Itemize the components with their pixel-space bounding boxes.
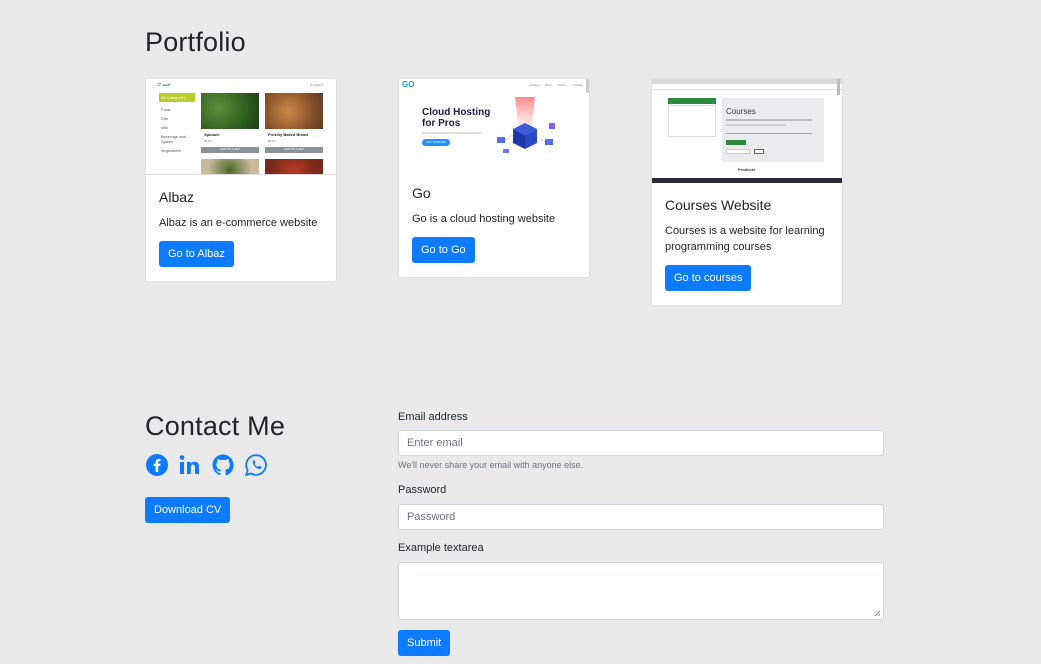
go-to-albaz-button[interactable]: Go to Albaz: [159, 241, 234, 267]
social-links: [145, 453, 268, 477]
card-title: Albaz: [159, 189, 195, 205]
portfolio-title: Portfolio: [145, 27, 246, 57]
portfolio-card-courses: Courses Products Courses Website Courses…: [651, 78, 843, 306]
portfolio-card-albaz: ✿ ▬● English All Categories Food Diet Mi…: [145, 78, 337, 282]
card-text: Courses is a website for learning progra…: [665, 225, 825, 253]
card-title: Go: [412, 185, 431, 201]
whatsapp-icon[interactable]: [244, 453, 268, 477]
go-to-go-button[interactable]: Go to Go: [412, 237, 475, 263]
linkedin-icon[interactable]: [178, 453, 202, 477]
github-icon[interactable]: [211, 453, 235, 477]
card-title: Courses Website: [665, 197, 772, 213]
card-text: Albaz is an e-commerce website: [159, 217, 318, 229]
albaz-thumbnail[interactable]: ✿ ▬● English All Categories Food Diet Mi…: [146, 79, 336, 175]
password-field[interactable]: Password: [398, 504, 884, 530]
submit-button[interactable]: Submit: [398, 630, 451, 656]
download-cv-button[interactable]: Download CV: [145, 497, 231, 523]
example-textarea[interactable]: [398, 562, 884, 620]
go-to-courses-button[interactable]: Go to courses: [665, 265, 752, 291]
email-label: Email address: [398, 411, 468, 423]
facebook-icon[interactable]: [145, 453, 169, 477]
password-label: Password: [398, 484, 447, 496]
card-text: Go is a cloud hosting website: [412, 213, 556, 225]
contact-title: Contact Me: [145, 411, 286, 441]
portfolio-card-go: GO Hosting Blog Pricing Contact Cloud Hosti…: [398, 78, 590, 278]
email-help-text: We'll never share your email with anyone…: [398, 460, 584, 470]
textarea-label: Example textarea: [398, 542, 484, 554]
courses-thumbnail[interactable]: Courses Products: [652, 79, 842, 183]
go-thumbnail[interactable]: GO Hosting Blog Pricing Contact Cloud Hosti…: [399, 79, 589, 171]
email-field[interactable]: Enter email: [398, 430, 884, 456]
resize-handle-icon[interactable]: [874, 610, 881, 617]
